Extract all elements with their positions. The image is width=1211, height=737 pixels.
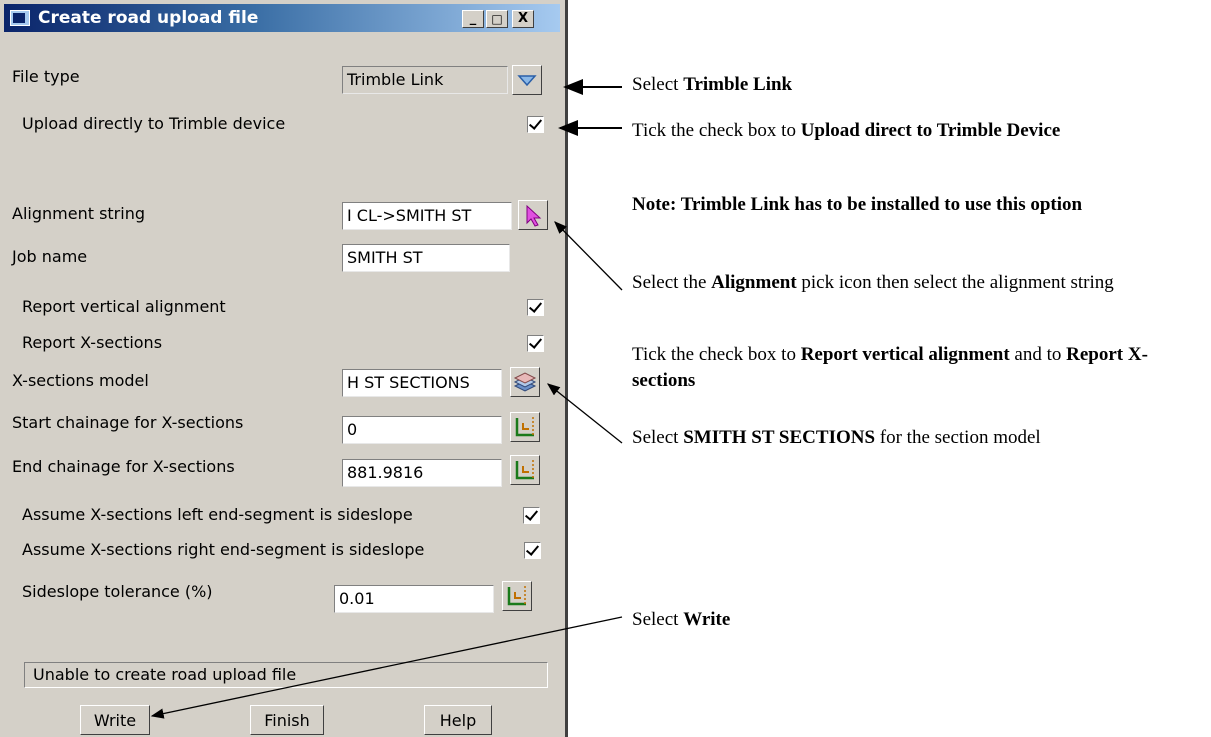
file-type-label: File type <box>12 67 80 86</box>
job-name-field[interactable]: SMITH ST <box>342 244 510 272</box>
left-sideslope-label: Assume X-sections left end-segment is si… <box>22 505 413 524</box>
report-xsections-checkbox[interactable] <box>527 335 544 352</box>
annotation-upload-direct: Tick the check box to Upload direct to T… <box>632 120 1061 141</box>
start-chainage-pick-button[interactable] <box>510 412 540 442</box>
cursor-pick-icon <box>526 204 542 227</box>
end-chainage-pick-button[interactable] <box>510 455 540 485</box>
sideslope-tolerance-field[interactable]: 0.01 <box>334 585 494 613</box>
model-select-button[interactable] <box>510 367 540 397</box>
title-bar[interactable]: Create road upload file _ □ X <box>4 4 560 32</box>
alignment-string-label: Alignment string <box>12 204 145 223</box>
maximize-button[interactable]: □ <box>486 10 508 28</box>
annotation-section-model: Select SMITH ST SECTIONS for the section… <box>632 427 1041 448</box>
start-chainage-label: Start chainage for X-sections <box>12 413 244 432</box>
annotation-alignment: Select the Alignment pick icon then sele… <box>632 272 1114 293</box>
xsections-model-field[interactable]: H ST SECTIONS <box>342 369 502 397</box>
annotation-write: Select Write <box>632 609 731 630</box>
layers-icon <box>513 372 537 392</box>
upload-direct-label: Upload directly to Trimble device <box>22 114 286 133</box>
chainage-pick-icon <box>515 460 534 480</box>
minimize-button[interactable]: _ <box>462 10 484 28</box>
chevron-down-icon <box>517 75 537 87</box>
job-name-label: Job name <box>12 247 88 266</box>
window-title: Create road upload file <box>38 8 259 28</box>
end-chainage-label: End chainage for X-sections <box>12 457 235 476</box>
alignment-pick-button[interactable] <box>518 200 548 230</box>
annotation-file-type: Select Trimble Link <box>632 74 793 95</box>
status-bar: Unable to create road upload file <box>24 662 548 688</box>
left-sideslope-checkbox[interactable] <box>523 507 540 524</box>
xsections-model-label: X-sections model <box>12 371 149 390</box>
report-xsections-label: Report X-sections <box>22 333 163 352</box>
chainage-pick-icon <box>507 586 526 606</box>
file-type-dropdown-button[interactable] <box>512 65 542 95</box>
upload-direct-checkbox[interactable] <box>527 116 544 133</box>
alignment-string-field[interactable]: I CL->SMITH ST <box>342 202 512 230</box>
close-button[interactable]: X <box>512 10 534 28</box>
right-sideslope-label: Assume X-sections right end-segment is s… <box>22 540 425 559</box>
create-road-upload-dialog: Create road upload file _ □ X File type … <box>0 0 568 737</box>
help-button[interactable]: Help <box>424 705 492 735</box>
sideslope-tolerance-label: Sideslope tolerance (%) <box>22 582 213 601</box>
chainage-pick-icon <box>515 417 534 437</box>
finish-button[interactable]: Finish <box>250 705 324 735</box>
write-button[interactable]: Write <box>80 705 150 735</box>
annotation-report: Tick the check box to Report vertical al… <box>632 344 1148 391</box>
tolerance-pick-button[interactable] <box>502 581 532 611</box>
end-chainage-field[interactable]: 881.9816 <box>342 459 502 487</box>
file-type-select[interactable]: Trimble Link <box>342 66 508 94</box>
annotation-note: Note: Trimble Link has to be installed t… <box>632 194 1083 215</box>
report-vertical-label: Report vertical alignment <box>22 297 226 316</box>
report-vertical-checkbox[interactable] <box>527 299 544 316</box>
right-sideslope-checkbox[interactable] <box>524 542 541 559</box>
window-app-icon <box>10 10 30 26</box>
start-chainage-field[interactable]: 0 <box>342 416 502 444</box>
